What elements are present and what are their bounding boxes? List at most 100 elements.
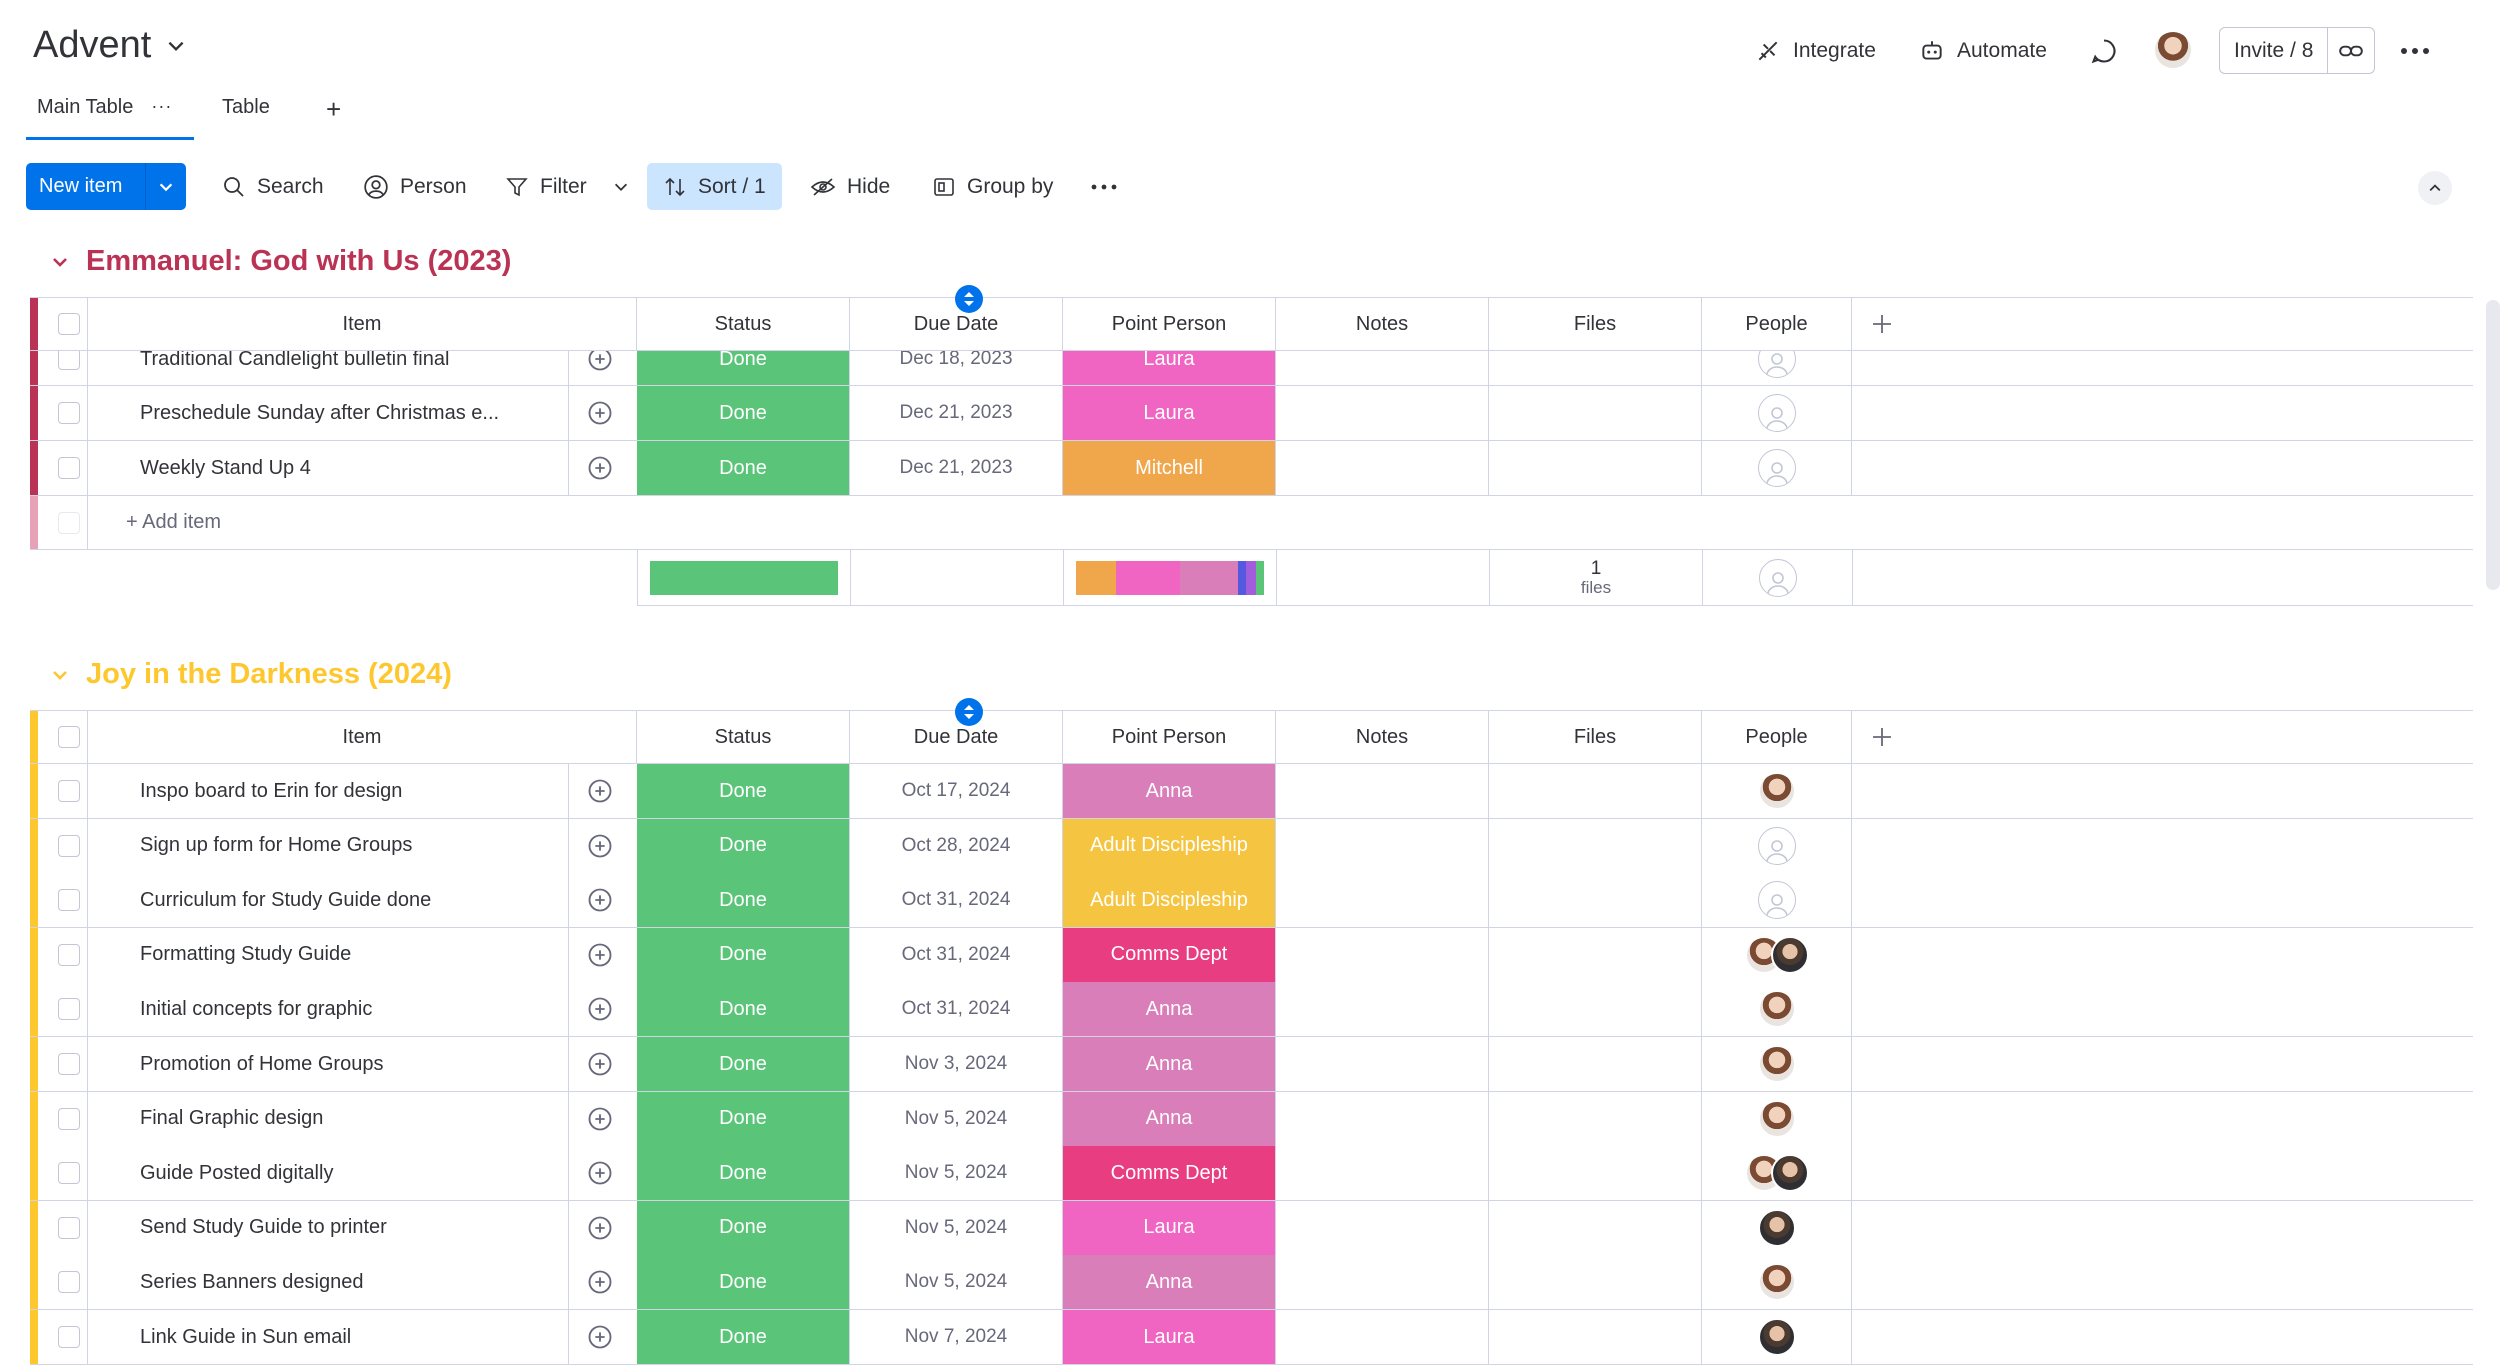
- add-update-button[interactable]: [568, 818, 630, 873]
- group-by-button[interactable]: Group by: [922, 163, 1063, 210]
- status-cell[interactable]: Done: [637, 982, 850, 1037]
- due-date-cell[interactable]: Oct 31, 2024: [850, 873, 1063, 928]
- row-checkbox[interactable]: [58, 998, 80, 1021]
- add-update-button[interactable]: [568, 764, 630, 818]
- item-name[interactable]: Link Guide in Sun email: [88, 1310, 630, 1364]
- select-all-checkbox[interactable]: [58, 726, 80, 748]
- table-row[interactable]: Send Study Guide to printer Done Nov 5, 20…: [30, 1200, 2473, 1256]
- people-cell[interactable]: [1702, 386, 1852, 440]
- sort-indicator-icon[interactable]: [955, 698, 983, 726]
- add-update-button[interactable]: [568, 873, 630, 928]
- item-name[interactable]: Guide Posted digitally: [88, 1146, 630, 1200]
- point-person-cell[interactable]: Mitchell: [1063, 441, 1276, 495]
- people-cell[interactable]: [1702, 1091, 1852, 1146]
- point-person-cell[interactable]: Comms Dept: [1063, 1146, 1276, 1201]
- status-cell[interactable]: Done: [637, 1255, 850, 1310]
- table-row[interactable]: Weekly Stand Up 4 Done Dec 21, 2023 Mitc…: [30, 441, 2473, 496]
- people-cell[interactable]: [1702, 764, 1852, 818]
- notes-cell[interactable]: [1276, 873, 1489, 928]
- status-summary[interactable]: [638, 550, 851, 605]
- group-title-2[interactable]: Joy in the Darkness (2024): [50, 658, 452, 691]
- more-options-button[interactable]: [2398, 38, 2432, 69]
- add-update-button[interactable]: [568, 1200, 630, 1255]
- chevron-down-icon[interactable]: [50, 252, 70, 272]
- files-cell[interactable]: [1489, 1146, 1702, 1201]
- item-name[interactable]: Promotion of Home Groups: [88, 1037, 630, 1091]
- notes-cell[interactable]: [1276, 982, 1489, 1037]
- column-header-files[interactable]: Files: [1489, 711, 1702, 763]
- due-date-cell[interactable]: Nov 7, 2024: [850, 1310, 1063, 1364]
- point-person-cell[interactable]: Anna: [1063, 1091, 1276, 1146]
- column-header-people[interactable]: People: [1702, 711, 1852, 763]
- row-checkbox[interactable]: [58, 1326, 80, 1348]
- item-name[interactable]: Preschedule Sunday after Christmas e...: [88, 386, 630, 440]
- updates-button[interactable]: [2090, 24, 2118, 78]
- automate-button[interactable]: Automate: [1919, 24, 2047, 78]
- new-item-label[interactable]: New item: [26, 163, 146, 210]
- notes-cell[interactable]: [1276, 1146, 1489, 1201]
- files-cell[interactable]: [1489, 441, 1702, 495]
- due-date-cell[interactable]: Oct 17, 2024: [850, 764, 1063, 818]
- due-date-cell[interactable]: Dec 21, 2023: [850, 386, 1063, 440]
- row-checkbox[interactable]: [58, 1162, 80, 1185]
- due-date-cell[interactable]: Nov 5, 2024: [850, 1255, 1063, 1310]
- people-cell[interactable]: [1702, 927, 1852, 982]
- due-date-cell[interactable]: Oct 28, 2024: [850, 818, 1063, 873]
- table-row[interactable]: Guide Posted digitally Done Nov 5, 2024 Com…: [30, 1146, 2473, 1202]
- people-cell[interactable]: [1702, 1200, 1852, 1255]
- filter-button[interactable]: Filter: [495, 163, 640, 210]
- point-person-cell[interactable]: Anna: [1063, 1037, 1276, 1091]
- due-date-cell[interactable]: Nov 3, 2024: [850, 1037, 1063, 1091]
- files-cell[interactable]: [1489, 818, 1702, 873]
- table-row[interactable]: Promotion of Home Groups Done Nov 3, 2024 A…: [30, 1037, 2473, 1092]
- status-cell[interactable]: Done: [637, 1146, 850, 1201]
- add-view-button[interactable]: +: [326, 88, 341, 140]
- people-cell[interactable]: [1702, 818, 1852, 873]
- item-name[interactable]: Series Banners designed: [88, 1255, 630, 1309]
- user-avatar[interactable]: [2153, 30, 2193, 75]
- collapse-header-button[interactable]: [2418, 171, 2452, 205]
- column-header-point-person[interactable]: Point Person: [1063, 298, 1276, 350]
- files-cell[interactable]: [1489, 386, 1702, 440]
- row-checkbox[interactable]: [58, 1053, 80, 1075]
- table-row[interactable]: Curriculum for Study Guide done Done Oct 3…: [30, 873, 2473, 929]
- row-checkbox[interactable]: [58, 1216, 80, 1239]
- people-summary[interactable]: [1703, 550, 1853, 605]
- row-checkbox[interactable]: [58, 457, 80, 479]
- table-row[interactable]: Formatting Study Guide Done Oct 31, 2024 Co…: [30, 927, 2473, 983]
- new-item-button[interactable]: New item: [26, 163, 186, 210]
- status-cell[interactable]: Done: [637, 386, 850, 440]
- column-header-files[interactable]: Files: [1489, 298, 1702, 350]
- item-name[interactable]: Sign up form for Home Groups: [88, 819, 630, 873]
- files-cell[interactable]: [1489, 982, 1702, 1037]
- add-update-button[interactable]: [568, 982, 630, 1037]
- row-checkbox[interactable]: [58, 348, 80, 370]
- status-cell[interactable]: Done: [637, 927, 850, 982]
- column-header-status[interactable]: Status: [637, 298, 850, 350]
- point-person-cell[interactable]: Anna: [1063, 764, 1276, 818]
- table-row[interactable]: Inspo board to Erin for design Done Oct 17…: [30, 764, 2473, 819]
- search-button[interactable]: Search: [212, 163, 334, 210]
- add-item-row[interactable]: + Add item: [30, 496, 2473, 550]
- column-header-people[interactable]: People: [1702, 298, 1852, 350]
- point-person-cell[interactable]: Laura: [1063, 386, 1276, 440]
- due-date-cell[interactable]: Oct 31, 2024: [850, 982, 1063, 1037]
- add-update-button[interactable]: [568, 927, 630, 982]
- tab-table[interactable]: Table: [222, 88, 270, 140]
- add-update-button[interactable]: [568, 1037, 630, 1091]
- add-item-input[interactable]: + Add item: [88, 496, 688, 549]
- select-all-checkbox[interactable]: [58, 313, 80, 335]
- add-update-button[interactable]: [568, 1310, 630, 1364]
- people-cell[interactable]: [1702, 441, 1852, 495]
- people-cell[interactable]: [1702, 1146, 1852, 1201]
- item-name[interactable]: Curriculum for Study Guide done: [88, 873, 630, 927]
- row-checkbox[interactable]: [58, 402, 80, 424]
- files-summary[interactable]: 1 files: [1490, 550, 1703, 605]
- column-header-point-person[interactable]: Point Person: [1063, 711, 1276, 763]
- due-date-cell[interactable]: Dec 21, 2023: [850, 441, 1063, 495]
- files-cell[interactable]: [1489, 1255, 1702, 1310]
- notes-cell[interactable]: [1276, 1310, 1489, 1364]
- item-name[interactable]: Weekly Stand Up 4: [88, 441, 630, 495]
- item-name[interactable]: Final Graphic design: [88, 1092, 630, 1146]
- status-cell[interactable]: Done: [637, 873, 850, 928]
